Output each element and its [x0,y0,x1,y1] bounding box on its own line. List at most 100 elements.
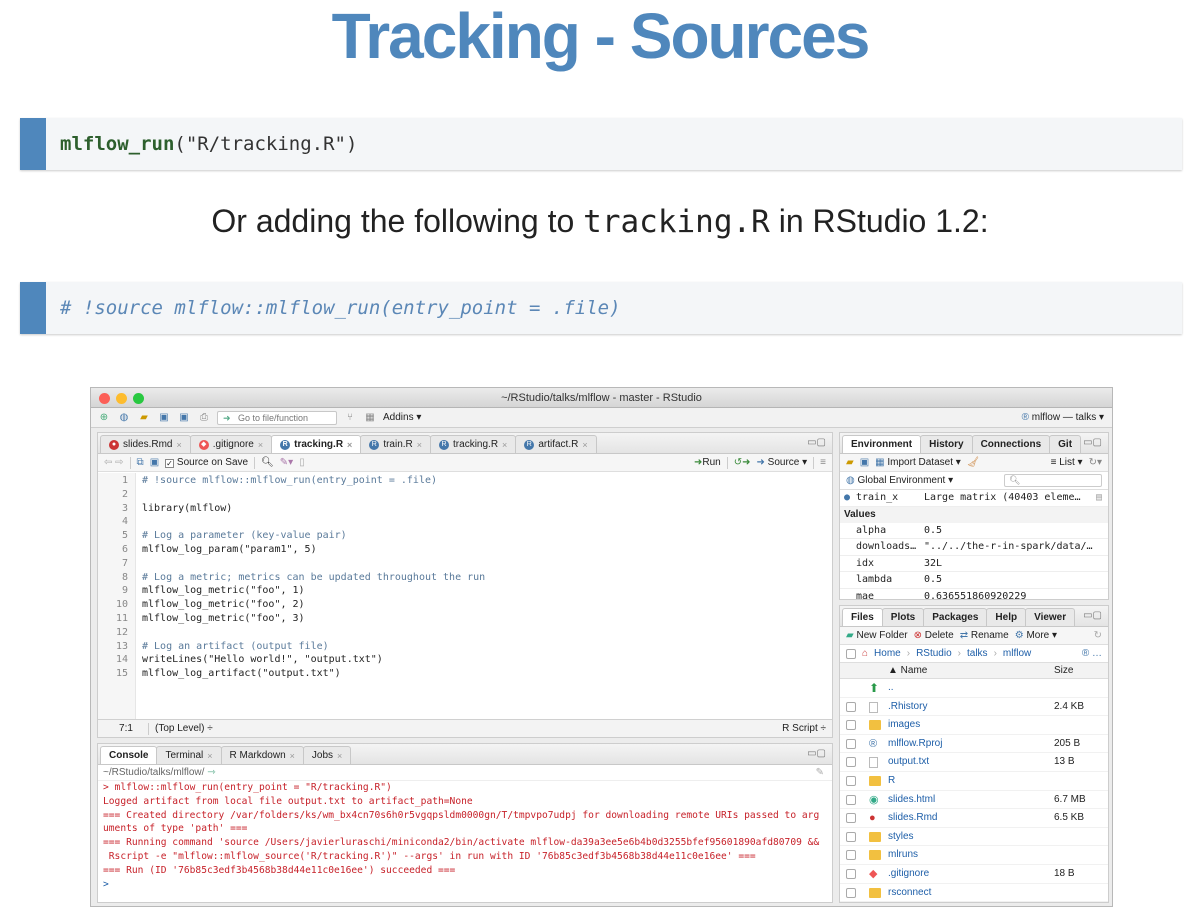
tab-help[interactable]: Help [986,608,1027,626]
tab-packages[interactable]: Packages [923,608,988,626]
new-folder-button[interactable]: ▰ New Folder [846,630,908,641]
console-output[interactable]: > mlflow::mlflow_run(entry_point = "R/tr… [98,781,832,891]
tab-history[interactable]: History [920,435,973,453]
save-icon[interactable]: ▣ [157,412,171,424]
find-icon[interactable]: 🔍︎ [261,457,274,468]
code-editor[interactable]: 1 # !source mlflow::mlflow_run(entry_poin… [98,473,832,719]
env-value-row[interactable]: downloads… "../../the-r-in-spark/data/… [840,539,1108,556]
file-row[interactable]: ◆ .gitignore 18 B [840,865,1108,884]
file-name[interactable]: styles [888,828,914,847]
file-checkbox[interactable] [846,794,856,805]
file-checkbox[interactable] [846,850,856,861]
print-icon[interactable]: ⎙ [197,412,211,424]
tab-viewer[interactable]: Viewer [1025,608,1076,626]
source-on-save-checkbox[interactable]: ✓ Source on Save [165,457,248,468]
file-row[interactable]: R [840,772,1108,791]
rerun-icon[interactable]: ↺➜ [734,457,751,468]
file-name[interactable]: mlruns [888,846,918,865]
tab-artifact-r[interactable]: Rartifact.R × [515,435,597,454]
tab-files[interactable]: Files [842,608,883,626]
refresh-icon[interactable]: ↻ [1094,630,1102,641]
file-row[interactable]: images [840,716,1108,735]
tab-tracking-r-2[interactable]: Rtracking.R × [430,435,517,454]
file-row[interactable]: rsconnect [840,884,1108,902]
more-menu[interactable]: ⚙ More ▾ [1015,630,1057,641]
env-value-row[interactable]: idx 32L [840,556,1108,572]
close-tab-icon[interactable]: × [290,747,295,765]
crumb-talks[interactable]: talks [967,648,988,659]
name-column-header[interactable]: ▲ Name [888,663,927,679]
file-name[interactable]: R [888,772,895,791]
crumb-rstudio[interactable]: RStudio [916,648,952,659]
close-tab-icon[interactable]: × [347,436,352,454]
env-value-row[interactable]: mae 0.636551860920229 [840,589,1108,600]
pane-maximize-icon[interactable]: ▭▢ [1083,437,1102,448]
tab-slides-rmd[interactable]: ● slides.Rmd × [100,435,191,453]
close-tab-icon[interactable]: × [417,436,422,454]
tab-console[interactable]: Console [100,746,158,764]
env-search-input[interactable]: 🔍︎ [1004,474,1102,487]
goto-file-input[interactable]: ➜ Go to file/function [217,410,337,425]
file-row[interactable]: .Rhistory 2.4 KB [840,698,1108,717]
close-tab-icon[interactable]: × [337,747,342,765]
file-checkbox[interactable] [846,887,856,898]
env-value-row[interactable]: alpha 0.5 [840,523,1108,539]
global-env-menu[interactable]: ◍ Global Environment ▾ [846,475,953,486]
crumb-home[interactable]: Home [874,648,901,659]
rename-button[interactable]: ⇄ Rename [960,630,1009,641]
compile-report-icon[interactable]: ▯ [299,457,305,468]
file-checkbox[interactable] [846,813,856,824]
back-forward-icon[interactable]: ⇦ ⇨ [104,457,124,468]
tab-terminal[interactable]: Terminal × [156,746,222,764]
size-column-header[interactable]: Size [1054,663,1073,679]
file-checkbox[interactable] [846,720,856,731]
file-name[interactable]: slides.html [888,791,935,810]
close-window-button[interactable] [99,393,110,404]
view-data-icon[interactable]: ▤ [1096,490,1102,507]
close-tab-icon[interactable]: × [582,436,587,454]
expand-icon[interactable]: ● [844,490,850,507]
tab-train-r[interactable]: Rtrain.R × [360,435,432,454]
minimize-window-button[interactable] [116,393,127,404]
file-checkbox[interactable] [846,831,856,842]
pane-maximize-icon[interactable]: ▭▢ [1083,610,1102,621]
file-type-menu[interactable]: R Script ÷ [782,723,826,734]
file-checkbox[interactable] [846,757,856,768]
file-checkbox[interactable] [846,738,856,749]
file-row[interactable]: ● slides.Rmd 6.5 KB [840,809,1108,828]
open-file-icon[interactable]: ▰ [137,412,151,424]
editor-save-icon[interactable]: ▣ [150,457,159,468]
file-checkbox[interactable] [846,868,856,879]
file-name[interactable]: .Rhistory [888,698,927,717]
file-row[interactable]: ◉ slides.html 6.7 MB [840,791,1108,810]
select-all-checkbox[interactable] [846,648,856,659]
file-name[interactable]: mlflow.Rproj [888,735,942,754]
scope-menu[interactable]: (Top Level) ÷ [155,723,213,734]
file-name[interactable]: images [888,716,920,735]
file-checkbox[interactable] [846,701,856,712]
run-button[interactable]: ➜Run [694,457,721,468]
refresh-icon[interactable]: ↻▾ [1089,457,1102,468]
tab-environment[interactable]: Environment [842,435,922,453]
file-row[interactable]: ⬆.. [840,679,1108,698]
file-name[interactable]: rsconnect [888,884,931,902]
save-all-icon[interactable]: ▣ [177,412,191,424]
git-icon[interactable]: ⑂ [343,412,357,424]
project-menu[interactable]: ® mlflow — talks ▾ [1022,412,1104,423]
close-tab-icon[interactable]: × [502,436,507,454]
file-name[interactable]: output.txt [888,753,929,772]
tab-git[interactable]: Git [1049,435,1082,453]
list-view-menu[interactable]: ≡ List ▾ [1051,457,1083,468]
outline-icon[interactable]: ≡ [820,457,826,468]
tab-gitignore[interactable]: ◆ .gitignore × [189,435,273,454]
import-dataset-menu[interactable]: ▦ Import Dataset ▾ [875,457,961,468]
crumb-mlflow[interactable]: mlflow [1003,648,1031,659]
save-workspace-icon[interactable]: ▣ [860,457,869,468]
close-tab-icon[interactable]: × [258,436,263,454]
tab-r-markdown[interactable]: R Markdown × [220,746,304,765]
load-workspace-icon[interactable]: ▰ [846,457,854,468]
file-row[interactable]: mlruns [840,846,1108,865]
show-in-window-icon[interactable]: ⧉ [137,457,144,468]
file-row[interactable]: styles [840,828,1108,847]
tab-jobs[interactable]: Jobs × [302,746,352,765]
